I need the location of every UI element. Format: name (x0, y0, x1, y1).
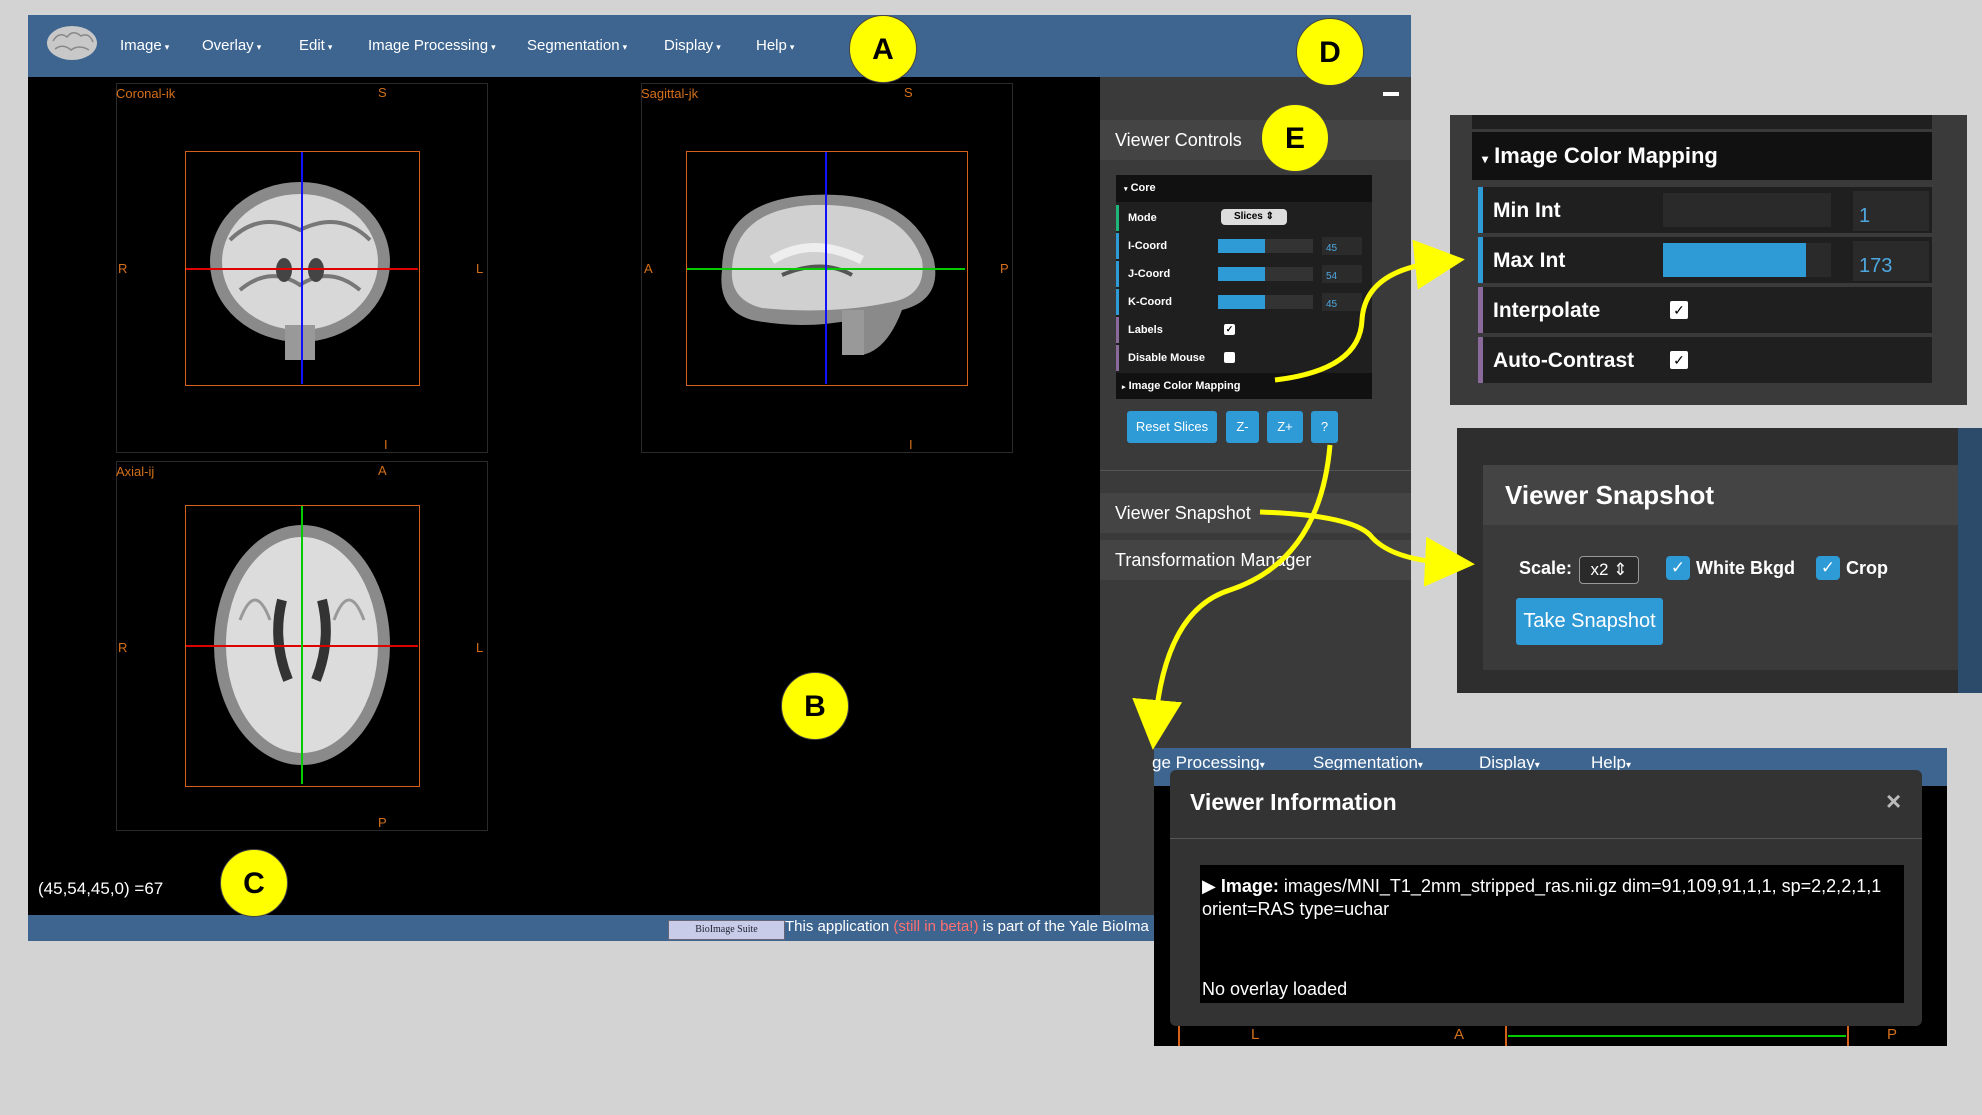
callout-d: D (1296, 18, 1364, 86)
arrow-to-viewer-info (1132, 444, 1333, 750)
callout-b: B (781, 672, 849, 740)
callout-a: A (849, 15, 917, 83)
callout-c: C (220, 849, 288, 917)
annotation-arrows (1132, 239, 1475, 750)
arrow-to-color-mapping (1274, 239, 1465, 383)
callout-e: E (1261, 104, 1329, 172)
